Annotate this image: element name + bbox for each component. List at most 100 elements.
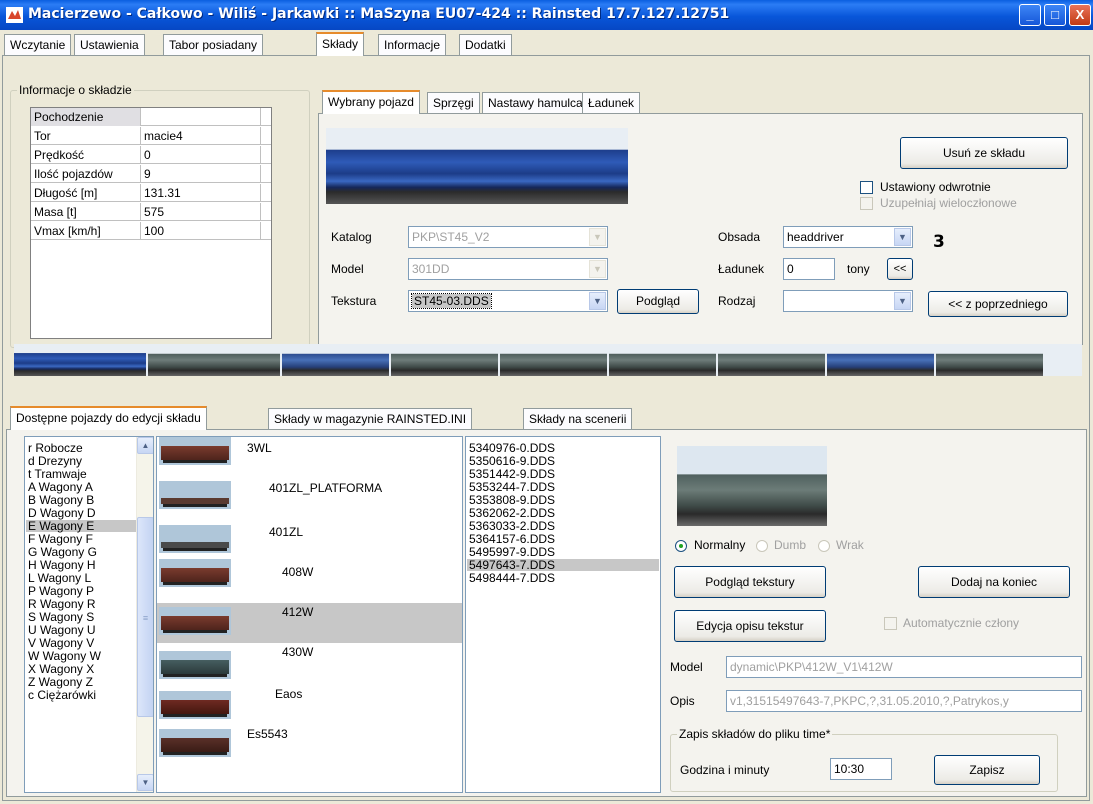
list-item[interactable]: B Wagony B [28, 494, 94, 506]
wagon-thumbnail[interactable] [159, 651, 231, 679]
train-strip-vehicle[interactable] [391, 344, 498, 376]
title-bar[interactable]: Macierzewo - Całkowo - Wiliś - Jarkawki … [0, 0, 1093, 30]
load-input[interactable]: 0 [783, 258, 835, 280]
tab-stored-trains[interactable]: Składy w magazynie RAINSTED.INI [268, 408, 473, 430]
tab-dodatki[interactable]: Dodatki [459, 34, 512, 56]
list-item[interactable]: 5353808-9.DDS [469, 494, 555, 506]
preview-button[interactable]: Podgląd [617, 289, 699, 314]
from-previous-button[interactable]: << z poprzedniego [928, 291, 1068, 317]
train-strip-vehicle[interactable] [718, 344, 825, 376]
list-item[interactable]: G Wagony G [28, 546, 97, 558]
wagon-list[interactable]: 3WL 401ZL_PLATFORMA 401ZL 408W 412W 430W… [156, 436, 463, 793]
scroll-down-icon[interactable]: ▼ [137, 774, 153, 791]
list-item[interactable]: P Wagony P [28, 585, 94, 597]
list-item-selected[interactable]: E Wagony E [26, 520, 136, 532]
time-input[interactable]: 10:30 [830, 758, 892, 780]
wagon-name[interactable]: Es5543 [247, 727, 288, 741]
wagon-thumbnail[interactable] [159, 437, 231, 465]
list-item[interactable]: c Ciężarówki [28, 689, 96, 701]
train-strip-vehicle[interactable] [500, 344, 607, 376]
scroll-up-icon[interactable]: ▲ [137, 437, 153, 454]
wagon-name[interactable]: 430W [282, 645, 313, 659]
load-fill-button[interactable]: << [887, 258, 913, 280]
train-strip-vehicle[interactable] [609, 344, 716, 376]
detail-desc-label: Opis [670, 694, 695, 708]
scroll-thumb[interactable]: ≡ [137, 517, 153, 717]
wagon-name[interactable]: 401ZL_PLATFORMA [269, 481, 382, 495]
wagon-name[interactable]: Eaos [275, 687, 302, 701]
maximize-button[interactable]: □ [1044, 4, 1066, 26]
list-item[interactable]: 5340976-0.DDS [469, 442, 555, 454]
list-item[interactable]: V Wagony V [28, 637, 94, 649]
wagon-thumbnail[interactable] [159, 481, 231, 509]
list-item[interactable]: 5495997-9.DDS [469, 546, 555, 558]
wagon-thumbnail[interactable] [159, 691, 231, 719]
locomotive-image [326, 128, 628, 204]
crew-select[interactable]: headdriver ▼ [783, 226, 913, 248]
list-item[interactable]: 5353244-7.DDS [469, 481, 555, 493]
tab-wczytanie[interactable]: Wczytanie [4, 34, 72, 56]
texture-select[interactable]: ST45-03.DDS ▼ [408, 290, 608, 312]
list-item[interactable]: t Tramwaje [28, 468, 87, 480]
wagon-name[interactable]: 408W [282, 565, 313, 579]
category-list[interactable]: r Robocze d Drezyny t Tramwaje A Wagony … [24, 436, 154, 793]
category-scrollbar[interactable]: ▲ ≡ ▼ [136, 437, 153, 792]
list-item[interactable]: 5350616-9.DDS [469, 455, 555, 467]
list-item[interactable]: 5362062-2.DDS [469, 507, 555, 519]
train-strip-vehicle[interactable] [148, 344, 280, 376]
info-value: macie4 [141, 127, 261, 145]
wagon-thumbnail-selected[interactable] [159, 607, 231, 635]
list-item[interactable]: 5364157-6.DDS [469, 533, 555, 545]
list-item[interactable]: S Wagony S [28, 611, 94, 623]
wagon-name[interactable]: 401ZL [269, 525, 303, 539]
tab-ladunek[interactable]: Ładunek [582, 92, 641, 114]
train-strip-vehicle[interactable] [827, 344, 934, 376]
tab-informacje[interactable]: Informacje [378, 34, 447, 56]
list-item-selected[interactable]: 5497643-7.DDS [467, 559, 659, 571]
list-item[interactable]: R Wagony R [28, 598, 96, 610]
wagon-name-selected[interactable]: 412W [282, 605, 313, 619]
save-button[interactable]: Zapisz [934, 755, 1040, 785]
add-to-end-button[interactable]: Dodaj na koniec [918, 566, 1070, 598]
list-item[interactable]: 5498444-7.DDS [469, 572, 555, 584]
tab-ustawienia[interactable]: Ustawienia [74, 34, 145, 56]
close-button[interactable]: X [1069, 4, 1091, 26]
wagon-thumbnail[interactable] [159, 525, 231, 553]
tab-available-vehicles[interactable]: Dostępne pojazdy do edycji składu [10, 406, 207, 430]
list-item[interactable]: A Wagony A [28, 481, 93, 493]
list-item[interactable]: U Wagony U [28, 624, 96, 636]
list-item[interactable]: H Wagony H [28, 559, 96, 571]
type-select[interactable]: ▼ [783, 290, 913, 312]
list-item[interactable]: r Robocze [28, 442, 83, 454]
tab-nastawy-hamulca[interactable]: Nastawy hamulca [482, 92, 589, 114]
list-item[interactable]: D Wagony D [28, 507, 96, 519]
normal-radio[interactable] [675, 540, 687, 552]
minimize-button[interactable]: _ [1019, 4, 1041, 26]
tab-sklady[interactable]: Składy [316, 32, 365, 56]
tab-scenery-trains[interactable]: Składy na scenerii [523, 408, 633, 430]
info-row: Pochodzenie [31, 108, 271, 126]
list-item[interactable]: 5363033-2.DDS [469, 520, 555, 532]
train-strip-vehicle[interactable] [936, 344, 1043, 376]
tab-tabor-posiadany[interactable]: Tabor posiadany [163, 34, 264, 56]
auto-parts-checkbox [884, 617, 897, 630]
tab-sprzegi[interactable]: Sprzęgi [427, 92, 480, 114]
list-item[interactable]: W Wagony W [28, 650, 101, 662]
wagon-name[interactable]: 3WL [247, 441, 272, 455]
list-item[interactable]: d Drezyny [28, 455, 82, 467]
list-item[interactable]: L Wagony L [28, 572, 91, 584]
wagon-thumbnail[interactable] [159, 729, 231, 757]
tab-wybrany-pojazd[interactable]: Wybrany pojazd [322, 90, 420, 114]
edit-texture-descriptions-button[interactable]: Edycja opisu tekstur [674, 610, 826, 642]
texture-preview-button[interactable]: Podgląd tekstury [674, 566, 826, 598]
list-item[interactable]: Z Wagony Z [28, 676, 93, 688]
train-strip-vehicle[interactable] [282, 344, 389, 376]
reversed-checkbox[interactable] [860, 181, 873, 194]
list-item[interactable]: F Wagony F [28, 533, 93, 545]
wagon-thumbnail[interactable] [159, 559, 231, 587]
list-item[interactable]: 5351442-9.DDS [469, 468, 555, 480]
train-strip-vehicle[interactable] [14, 344, 146, 376]
remove-from-train-button[interactable]: Usuń ze składu [900, 137, 1068, 169]
list-item[interactable]: X Wagony X [28, 663, 94, 675]
texture-list[interactable]: 5340976-0.DDS 5350616-9.DDS 5351442-9.DD… [465, 436, 661, 793]
